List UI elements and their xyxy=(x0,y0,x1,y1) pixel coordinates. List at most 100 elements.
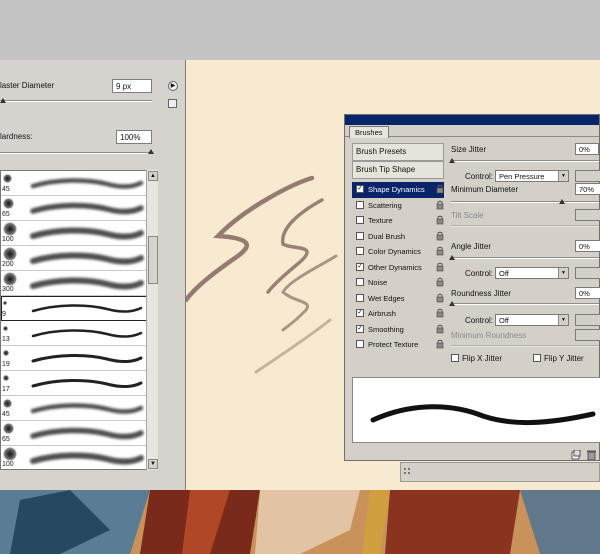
minimum-diameter-field[interactable]: 70% xyxy=(575,183,600,195)
brush-option-color-dynamics[interactable]: Color Dynamics xyxy=(352,244,444,260)
brush-size-label: 65 xyxy=(2,211,10,218)
scroll-down-arrow-icon[interactable]: ▼ xyxy=(148,459,158,469)
brush-tip-icon xyxy=(3,222,17,236)
minimum-roundness-field xyxy=(575,329,600,341)
new-brush-icon[interactable] xyxy=(571,450,581,460)
size-jitter-field[interactable]: 0% xyxy=(575,143,599,155)
brush-option-other-dynamics[interactable]: ✓ Other Dynamics xyxy=(352,260,444,276)
tilt-scale-label: Tilt Scale xyxy=(451,211,484,220)
preview-stroke xyxy=(370,404,596,426)
lock-icon[interactable] xyxy=(436,184,444,194)
brush-list-item[interactable]: 13 xyxy=(1,321,157,346)
lock-icon[interactable] xyxy=(436,262,444,272)
flip-x-checkbox[interactable] xyxy=(451,354,459,362)
lock-icon[interactable] xyxy=(436,277,444,287)
size-jitter-slider-thumb[interactable] xyxy=(449,158,455,163)
tab-brushes[interactable]: Brushes xyxy=(349,126,389,138)
brush-list-item[interactable]: 45 xyxy=(1,396,157,421)
checkbox-icon[interactable] xyxy=(356,278,364,286)
brush-option-protect-texture[interactable]: Protect Texture xyxy=(352,337,444,353)
roundness-jitter-field[interactable]: 0% xyxy=(575,287,600,299)
checkbox-icon[interactable] xyxy=(356,247,364,255)
size-control-select[interactable]: Pen Pressure ▼ xyxy=(495,170,569,182)
brush-list-item[interactable]: 65 xyxy=(1,421,157,446)
size-control-label: Control: xyxy=(465,172,494,181)
lock-icon[interactable] xyxy=(436,231,444,241)
brush-option-label: Protect Texture xyxy=(368,340,419,349)
master-diameter-field[interactable]: 9 px xyxy=(112,79,152,93)
brush-list-item[interactable]: 65 xyxy=(1,196,157,221)
palette-tab-row: Brushes xyxy=(345,125,599,138)
brush-list-item[interactable]: 9 xyxy=(1,296,157,321)
brush-list-item[interactable]: 300 xyxy=(1,271,157,296)
hardness-slider[interactable] xyxy=(0,152,152,154)
brush-option-noise[interactable]: Noise xyxy=(352,275,444,291)
lock-icon[interactable] xyxy=(436,339,444,349)
brush-preset-list[interactable]: 45 65 100 200 300 9 13 19 17 45 65 100 xyxy=(0,170,158,470)
checkbox-icon[interactable] xyxy=(356,293,364,302)
brush-option-texture[interactable]: Texture xyxy=(352,213,444,229)
lock-icon[interactable] xyxy=(436,293,444,303)
brush-option-dual-brush[interactable]: Dual Brush xyxy=(352,229,444,245)
lock-icon[interactable] xyxy=(436,200,444,210)
lock-icon[interactable] xyxy=(436,324,444,334)
checkbox-icon[interactable] xyxy=(356,216,364,224)
brush-list-item[interactable]: 100 xyxy=(1,446,157,469)
checkbox-checked-icon[interactable]: ✓ xyxy=(356,324,364,333)
lock-icon[interactable] xyxy=(436,215,444,225)
scroll-up-arrow-icon[interactable]: ▲ xyxy=(148,171,158,181)
angle-jitter-slider[interactable] xyxy=(451,257,599,259)
brush-option-smoothing[interactable]: ✓ Smoothing xyxy=(352,322,444,338)
brush-picker-panel: laster Diameter 9 px ▶ lardness: 100% 45… xyxy=(0,60,186,490)
brush-option-label: Smoothing xyxy=(368,324,404,334)
palette-title-bar[interactable] xyxy=(345,115,599,125)
minimum-diameter-slider-thumb[interactable] xyxy=(559,199,565,204)
brush-presets-button[interactable]: Brush Presets xyxy=(352,143,444,161)
flip-y-checkbox[interactable] xyxy=(533,354,541,362)
master-diameter-slider[interactable] xyxy=(0,100,152,102)
angle-control-value: Off xyxy=(499,269,509,278)
hardness-slider-thumb[interactable] xyxy=(148,149,154,154)
brush-list-scrollbar[interactable]: ▲ ▼ xyxy=(146,170,158,470)
roundness-jitter-slider[interactable] xyxy=(451,303,599,305)
brush-tip-icon xyxy=(3,375,9,381)
brush-list-item[interactable]: 100 xyxy=(1,221,157,246)
checkbox-icon[interactable] xyxy=(356,340,364,348)
lock-icon[interactable] xyxy=(436,246,444,256)
brush-option-wet-edges[interactable]: Wet Edges xyxy=(352,291,444,307)
master-diameter-slider-thumb[interactable] xyxy=(0,98,6,103)
lock-icon[interactable] xyxy=(436,308,444,318)
use-sample-size-button[interactable] xyxy=(168,99,177,108)
brush-option-shape-dynamics[interactable]: ✓ Shape Dynamics xyxy=(352,182,444,198)
angle-jitter-slider-thumb[interactable] xyxy=(449,255,455,260)
brush-list-item[interactable]: 19 xyxy=(1,346,157,371)
brush-option-scattering[interactable]: Scattering xyxy=(352,198,444,214)
minimum-diameter-slider[interactable] xyxy=(451,201,599,203)
checkbox-checked-icon[interactable]: ✓ xyxy=(356,262,364,271)
checkbox-icon[interactable] xyxy=(356,200,364,209)
brush-list-item[interactable]: 200 xyxy=(1,246,157,271)
panel-resize-bar[interactable] xyxy=(400,462,600,482)
hardness-field[interactable]: 100% xyxy=(116,130,152,144)
checkbox-icon[interactable] xyxy=(356,231,364,240)
angle-jitter-field[interactable]: 0% xyxy=(575,240,600,252)
roundness-control-select[interactable]: Off ▼ xyxy=(495,314,569,326)
trash-icon[interactable] xyxy=(587,450,596,460)
brush-list-item[interactable]: 45 xyxy=(1,171,157,196)
chevron-down-icon: ▼ xyxy=(558,171,568,181)
brush-option-airbrush[interactable]: ✓ Airbrush xyxy=(352,306,444,322)
brush-list-item[interactable]: 17 xyxy=(1,371,157,396)
brush-tip-shape-button[interactable]: Brush Tip Shape xyxy=(352,161,444,179)
checkbox-checked-icon[interactable]: ✓ xyxy=(356,185,364,193)
brush-option-label: Texture xyxy=(368,216,393,225)
angle-control-select[interactable]: Off ▼ xyxy=(495,267,569,279)
brush-option-label: Wet Edges xyxy=(368,293,405,303)
roundness-jitter-slider-thumb[interactable] xyxy=(449,301,455,306)
brush-tip-icon xyxy=(3,197,14,209)
picker-menu-button[interactable]: ▶ xyxy=(168,81,178,91)
size-jitter-slider[interactable] xyxy=(451,160,599,162)
checkbox-checked-icon[interactable]: ✓ xyxy=(356,309,364,317)
brush-stroke-sample xyxy=(30,202,144,215)
scroll-thumb[interactable] xyxy=(148,236,158,284)
brush-size-label: 9 xyxy=(2,311,6,318)
